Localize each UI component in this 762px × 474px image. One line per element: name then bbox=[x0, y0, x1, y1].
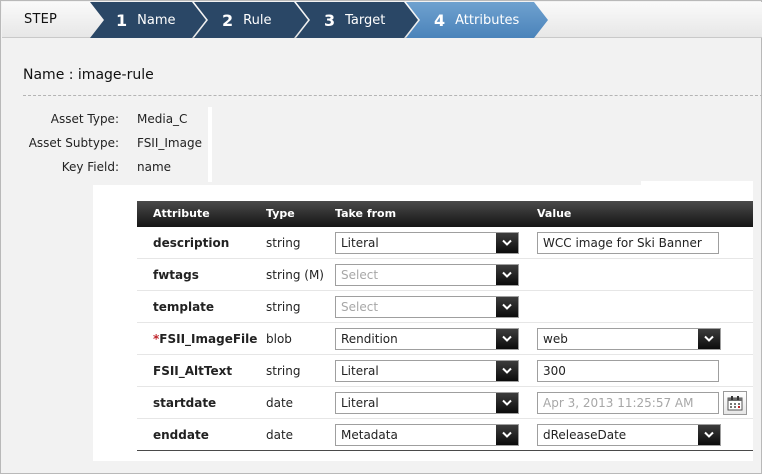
chevron-down-icon[interactable] bbox=[698, 329, 720, 349]
info-value: FSII_Image bbox=[137, 136, 202, 150]
value-select[interactable]: dReleaseDate bbox=[537, 424, 721, 446]
value-input[interactable]: 300 bbox=[537, 360, 719, 382]
attribute-type: string bbox=[266, 300, 301, 314]
step-attributes[interactable]: 4 Attributes bbox=[406, 2, 548, 38]
table-row: startdate date Literal Apr 3, 2013 11:25… bbox=[137, 387, 753, 419]
steps-bar: STEP 1 Name 2 Rule 3 Target 4 Attributes bbox=[2, 2, 762, 38]
select-value: web bbox=[543, 332, 568, 346]
input-value: Apr 3, 2013 11:25:57 AM bbox=[543, 396, 694, 410]
step-label: Target bbox=[345, 12, 386, 28]
chevron-down-icon[interactable] bbox=[496, 393, 518, 413]
step-label: Rule bbox=[243, 12, 272, 28]
step-label: Attributes bbox=[455, 12, 520, 28]
step-rule[interactable]: 2 Rule bbox=[194, 2, 308, 38]
info-key: Key Field: bbox=[61, 160, 119, 174]
page-title: Name : image-rule bbox=[23, 67, 154, 83]
take-from-select[interactable]: Metadata bbox=[335, 424, 519, 446]
select-value: dReleaseDate bbox=[543, 428, 627, 442]
step-name[interactable]: 1 Name bbox=[90, 2, 206, 38]
attribute-type: blob bbox=[266, 332, 292, 346]
attribute-type: date bbox=[266, 428, 294, 442]
table-row: template string Select bbox=[137, 291, 753, 323]
table-row: FSII_AltText string Literal 300 bbox=[137, 355, 753, 387]
take-from-select[interactable]: Literal bbox=[335, 360, 519, 382]
select-placeholder: Select bbox=[341, 300, 379, 314]
table-row: *FSII_ImageFile blob Rendition web bbox=[137, 323, 753, 355]
column-header-attribute: Attribute bbox=[153, 207, 210, 220]
attribute-name: template bbox=[153, 300, 215, 314]
take-from-select[interactable]: Select bbox=[335, 264, 519, 286]
asset-info: Asset Type: Media_C Asset Subtype: FSII_… bbox=[13, 109, 213, 181]
select-value: Rendition bbox=[341, 332, 398, 346]
table-bottom-border bbox=[137, 450, 753, 451]
info-key: Asset Subtype: bbox=[28, 136, 119, 150]
chevron-down-icon[interactable] bbox=[698, 425, 720, 445]
step-label: Name bbox=[137, 12, 176, 28]
dashed-divider bbox=[23, 95, 762, 96]
attribute-name: fwtags bbox=[153, 268, 199, 282]
step-heading: STEP bbox=[24, 12, 58, 27]
value-input[interactable]: WCC image for Ski Banner bbox=[537, 232, 719, 254]
step-number: 2 bbox=[222, 10, 234, 30]
step-number: 1 bbox=[116, 10, 128, 30]
step-target[interactable]: 3 Target bbox=[296, 2, 418, 38]
attribute-name: enddate bbox=[153, 428, 209, 442]
take-from-select[interactable]: Literal bbox=[335, 232, 519, 254]
column-header-value: Value bbox=[537, 207, 572, 220]
chevron-down-icon[interactable] bbox=[496, 265, 518, 285]
chevron-down-icon[interactable] bbox=[496, 329, 518, 349]
column-header-type: Type bbox=[266, 207, 295, 220]
select-placeholder: Select bbox=[341, 268, 379, 282]
attribute-name: startdate bbox=[153, 396, 217, 410]
chevron-down-icon[interactable] bbox=[496, 361, 518, 381]
info-divider bbox=[208, 107, 212, 182]
attribute-name: description bbox=[153, 236, 230, 250]
step-number: 3 bbox=[324, 10, 336, 30]
table-header: Attribute Type Take from Value bbox=[137, 201, 753, 227]
take-from-select[interactable]: Rendition bbox=[335, 328, 519, 350]
attribute-name: FSII_AltText bbox=[153, 364, 233, 378]
take-from-select[interactable]: Literal bbox=[335, 392, 519, 414]
step-number: 4 bbox=[434, 10, 446, 30]
chevron-down-icon[interactable] bbox=[496, 297, 518, 317]
info-key: Asset Type: bbox=[50, 112, 119, 126]
table-row: description string Literal WCC image for… bbox=[137, 227, 753, 259]
info-value: name bbox=[137, 160, 172, 174]
select-value: Literal bbox=[341, 396, 379, 410]
date-input[interactable]: Apr 3, 2013 11:25:57 AM bbox=[537, 392, 719, 414]
table-row: fwtags string (M) Select bbox=[137, 259, 753, 291]
column-header-take-from: Take from bbox=[335, 207, 397, 220]
value-select[interactable]: web bbox=[537, 328, 721, 350]
input-value: WCC image for Ski Banner bbox=[543, 236, 702, 250]
take-from-select[interactable]: Select bbox=[335, 296, 519, 318]
attribute-type: string bbox=[266, 236, 301, 250]
info-value: Media_C bbox=[137, 112, 188, 126]
wizard-window: STEP 1 Name 2 Rule 3 Target 4 Attributes… bbox=[0, 0, 762, 474]
attributes-table: Attribute Type Take from Value descripti… bbox=[137, 201, 753, 451]
attribute-type: date bbox=[266, 396, 294, 410]
calendar-icon[interactable] bbox=[723, 391, 747, 415]
select-value: Literal bbox=[341, 236, 379, 250]
chevron-down-icon[interactable] bbox=[496, 233, 518, 253]
info-row-asset-subtype: Asset Subtype: FSII_Image bbox=[13, 133, 213, 153]
select-value: Metadata bbox=[341, 428, 398, 442]
attribute-type: string bbox=[266, 364, 301, 378]
input-value: 300 bbox=[543, 364, 566, 378]
info-row-asset-type: Asset Type: Media_C bbox=[13, 109, 213, 129]
info-row-key-field: Key Field: name bbox=[13, 157, 213, 177]
chevron-down-icon[interactable] bbox=[496, 425, 518, 445]
attribute-name: *FSII_ImageFile bbox=[153, 323, 257, 355]
table-row: enddate date Metadata dReleaseDate bbox=[137, 419, 753, 451]
select-value: Literal bbox=[341, 364, 379, 378]
attribute-type: string (M) bbox=[266, 268, 324, 282]
attribute-label: FSII_ImageFile bbox=[159, 332, 258, 346]
